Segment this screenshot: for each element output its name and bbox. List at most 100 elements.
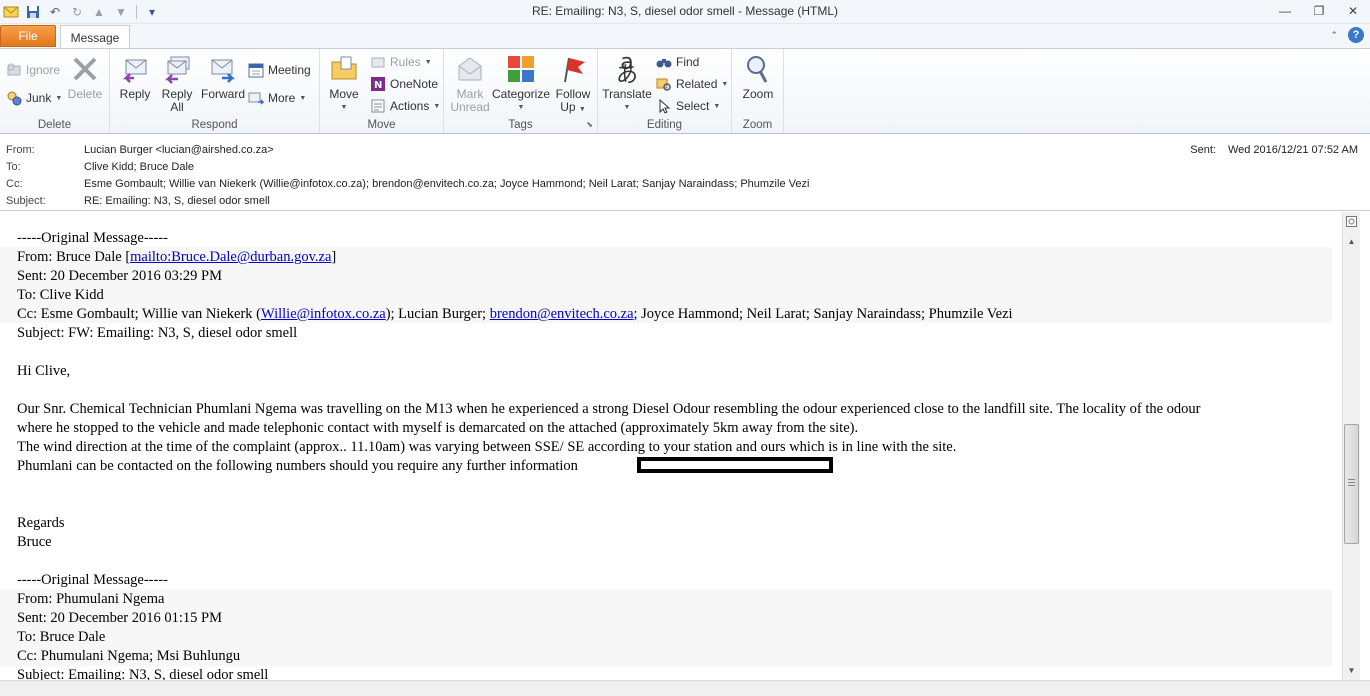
cc-value[interactable]: Esme Gombault; Willie van Niekerk (Willi… — [84, 178, 809, 195]
chevron-down-icon: ▼ — [299, 94, 307, 102]
greeting: Hi Clive, — [17, 363, 71, 379]
header-from-row: From: Lucian Burger <lucian@airshed.co.z… — [6, 144, 274, 161]
tags-group: Mark Unread Categorize ▼ Follow Up ▼ ⬊ T… — [444, 49, 598, 133]
categorize-button[interactable]: Categorize ▼ — [492, 53, 550, 114]
from-label: From: — [6, 144, 35, 156]
reply-all-icon — [161, 53, 193, 85]
help-icon[interactable]: ? — [1348, 27, 1364, 43]
group-label-tags: Tags — [508, 119, 533, 131]
sent-info: Sent: Wed 2016/12/21 07:52 AM — [1190, 144, 1358, 156]
sent-value: Wed 2016/12/21 07:52 AM — [1227, 144, 1358, 156]
related-button[interactable]: Related ▼ — [656, 75, 728, 93]
flag-icon — [557, 53, 589, 85]
group-label-move: Move — [367, 119, 396, 131]
quoted-cc-line: Cc: Esme Gombault; Willie van Niekerk (W… — [17, 306, 1013, 322]
delete-group: Ignore Junk ▼ Delete Delete — [0, 49, 110, 133]
quoted-to-line: To: Bruce Dale — [17, 629, 106, 645]
editing-group: aあ Translate ▼ Find Related ▼ Select ▼ E… — [598, 49, 732, 133]
paragraph-line: Phumlani can be contacted on the followi… — [17, 458, 578, 474]
email-link[interactable]: Willie@infotox.co.za — [261, 306, 386, 322]
sent-label: Sent: — [1190, 144, 1216, 156]
onenote-icon: N — [370, 76, 386, 92]
onenote-button[interactable]: N OneNote — [370, 75, 438, 93]
message-body[interactable]: -----Original Message----- From: Bruce D… — [0, 212, 1342, 680]
chevron-down-icon: ▼ — [424, 58, 432, 66]
ribbon-tabs: File Message ⌃ ? — [0, 24, 1370, 49]
ribbon-controls: ⌃ ? — [1330, 27, 1364, 43]
categorize-icon — [505, 53, 537, 85]
magnifier-icon — [742, 53, 774, 85]
chevron-down-icon: ▼ — [340, 104, 348, 111]
window-title: RE: Emailing: N3, S, diesel odor smell -… — [531, 4, 839, 18]
chevron-down-icon: ▼ — [517, 104, 525, 111]
follow-up-button[interactable]: Follow Up ▼ — [552, 53, 594, 116]
mark-unread-button[interactable]: Mark Unread — [450, 53, 490, 114]
chevron-down-icon: ▼ — [578, 106, 586, 113]
more-button[interactable]: More ▼ — [248, 89, 306, 107]
horizontal-scrollbar[interactable] — [0, 680, 1370, 696]
quoted-sent-line: Sent: 20 December 2016 03:29 PM — [17, 268, 222, 284]
closing: Regards — [17, 515, 65, 531]
meeting-button[interactable]: Meeting — [248, 61, 311, 79]
select-button[interactable]: Select ▼ — [656, 97, 720, 115]
to-value[interactable]: Clive Kidd; Bruce Dale — [84, 161, 194, 178]
signature: Bruce — [17, 534, 52, 550]
forward-button[interactable]: Forward — [200, 53, 246, 101]
header-subject-row: Subject: RE: Emailing: N3, S, diesel odo… — [6, 195, 270, 212]
cc-label: Cc: — [6, 178, 23, 190]
title-bar: ↶ ↻ ▲ ▼ ▾ RE: Emailing: N3, S, diesel od… — [0, 0, 1370, 24]
quoted-from-line: From: Bruce Dale [mailto:Bruce.Dale@durb… — [17, 249, 337, 265]
vertical-scrollbar[interactable]: ▲ ▼ — [1342, 212, 1360, 680]
junk-button[interactable]: Junk ▼ — [6, 89, 62, 107]
rules-icon — [370, 54, 386, 70]
binoculars-icon — [656, 54, 672, 70]
scroll-up-button[interactable]: ▲ — [1344, 234, 1359, 249]
svg-text:N: N — [374, 80, 382, 91]
to-label: To: — [6, 161, 21, 173]
minimize-ribbon-icon[interactable]: ⌃ — [1330, 30, 1338, 41]
reply-button[interactable]: Reply — [118, 53, 152, 101]
tab-file[interactable]: File — [0, 25, 56, 47]
junk-icon — [6, 90, 22, 106]
respond-group: Reply Reply All Forward Meeting More ▼ R… — [110, 49, 320, 133]
move-button[interactable]: Move ▼ — [326, 53, 362, 114]
actions-button[interactable]: Actions ▼ — [370, 97, 440, 115]
actions-icon — [370, 98, 386, 114]
header-to-row: To: Clive Kidd; Bruce Dale — [6, 161, 194, 178]
quoted-to-line: To: Clive Kidd — [17, 287, 104, 303]
email-link[interactable]: brendon@envitech.co.za — [490, 306, 634, 322]
reply-all-button[interactable]: Reply All — [158, 53, 196, 114]
quoted-subject-line: Subject: FW: Emailing: N3, S, diesel odo… — [17, 325, 298, 341]
minimize-button[interactable]: — — [1268, 0, 1302, 22]
translate-button[interactable]: aあ Translate ▼ — [602, 50, 652, 114]
group-label-delete: Delete — [37, 119, 72, 131]
scroll-down-button[interactable]: ▼ — [1344, 663, 1359, 678]
forward-icon — [207, 53, 239, 85]
quoted-from-line: From: Phumulani Ngema — [17, 591, 165, 607]
paragraph-line: where he stopped to the vehicle and made… — [17, 420, 859, 436]
restore-button[interactable]: ❐ — [1302, 0, 1336, 22]
original-message-separator: -----Original Message----- — [17, 572, 168, 588]
scroll-thumb[interactable] — [1344, 424, 1359, 544]
rules-button[interactable]: Rules ▼ — [370, 53, 432, 71]
ribbon: Ignore Junk ▼ Delete Delete Reply Reply … — [0, 48, 1370, 134]
split-view-icon[interactable] — [1344, 214, 1359, 229]
ignore-button[interactable]: Ignore — [6, 61, 60, 79]
message-header: From: Lucian Burger <lucian@airshed.co.z… — [0, 135, 1370, 211]
find-button[interactable]: Find — [656, 53, 699, 71]
delete-button[interactable]: Delete — [66, 53, 104, 101]
chevron-down-icon: ▼ — [713, 102, 721, 110]
chevron-down-icon: ▼ — [55, 94, 63, 102]
tab-message[interactable]: Message — [60, 25, 130, 49]
chevron-down-icon: ▼ — [623, 104, 631, 111]
chevron-down-icon: ▼ — [721, 80, 729, 88]
from-value[interactable]: Lucian Burger <lucian@airshed.co.za> — [84, 144, 274, 161]
more-icon — [248, 90, 264, 106]
redacted-phone-number — [637, 457, 833, 473]
translate-icon: aあ — [615, 50, 638, 88]
zoom-button[interactable]: Zoom — [740, 53, 776, 101]
calendar-icon — [248, 62, 264, 78]
window-controls: — ❐ ✕ — [1268, 0, 1370, 22]
close-button[interactable]: ✕ — [1336, 0, 1370, 22]
mailto-link[interactable]: mailto:Bruce.Dale@durban.gov.za — [130, 249, 331, 265]
